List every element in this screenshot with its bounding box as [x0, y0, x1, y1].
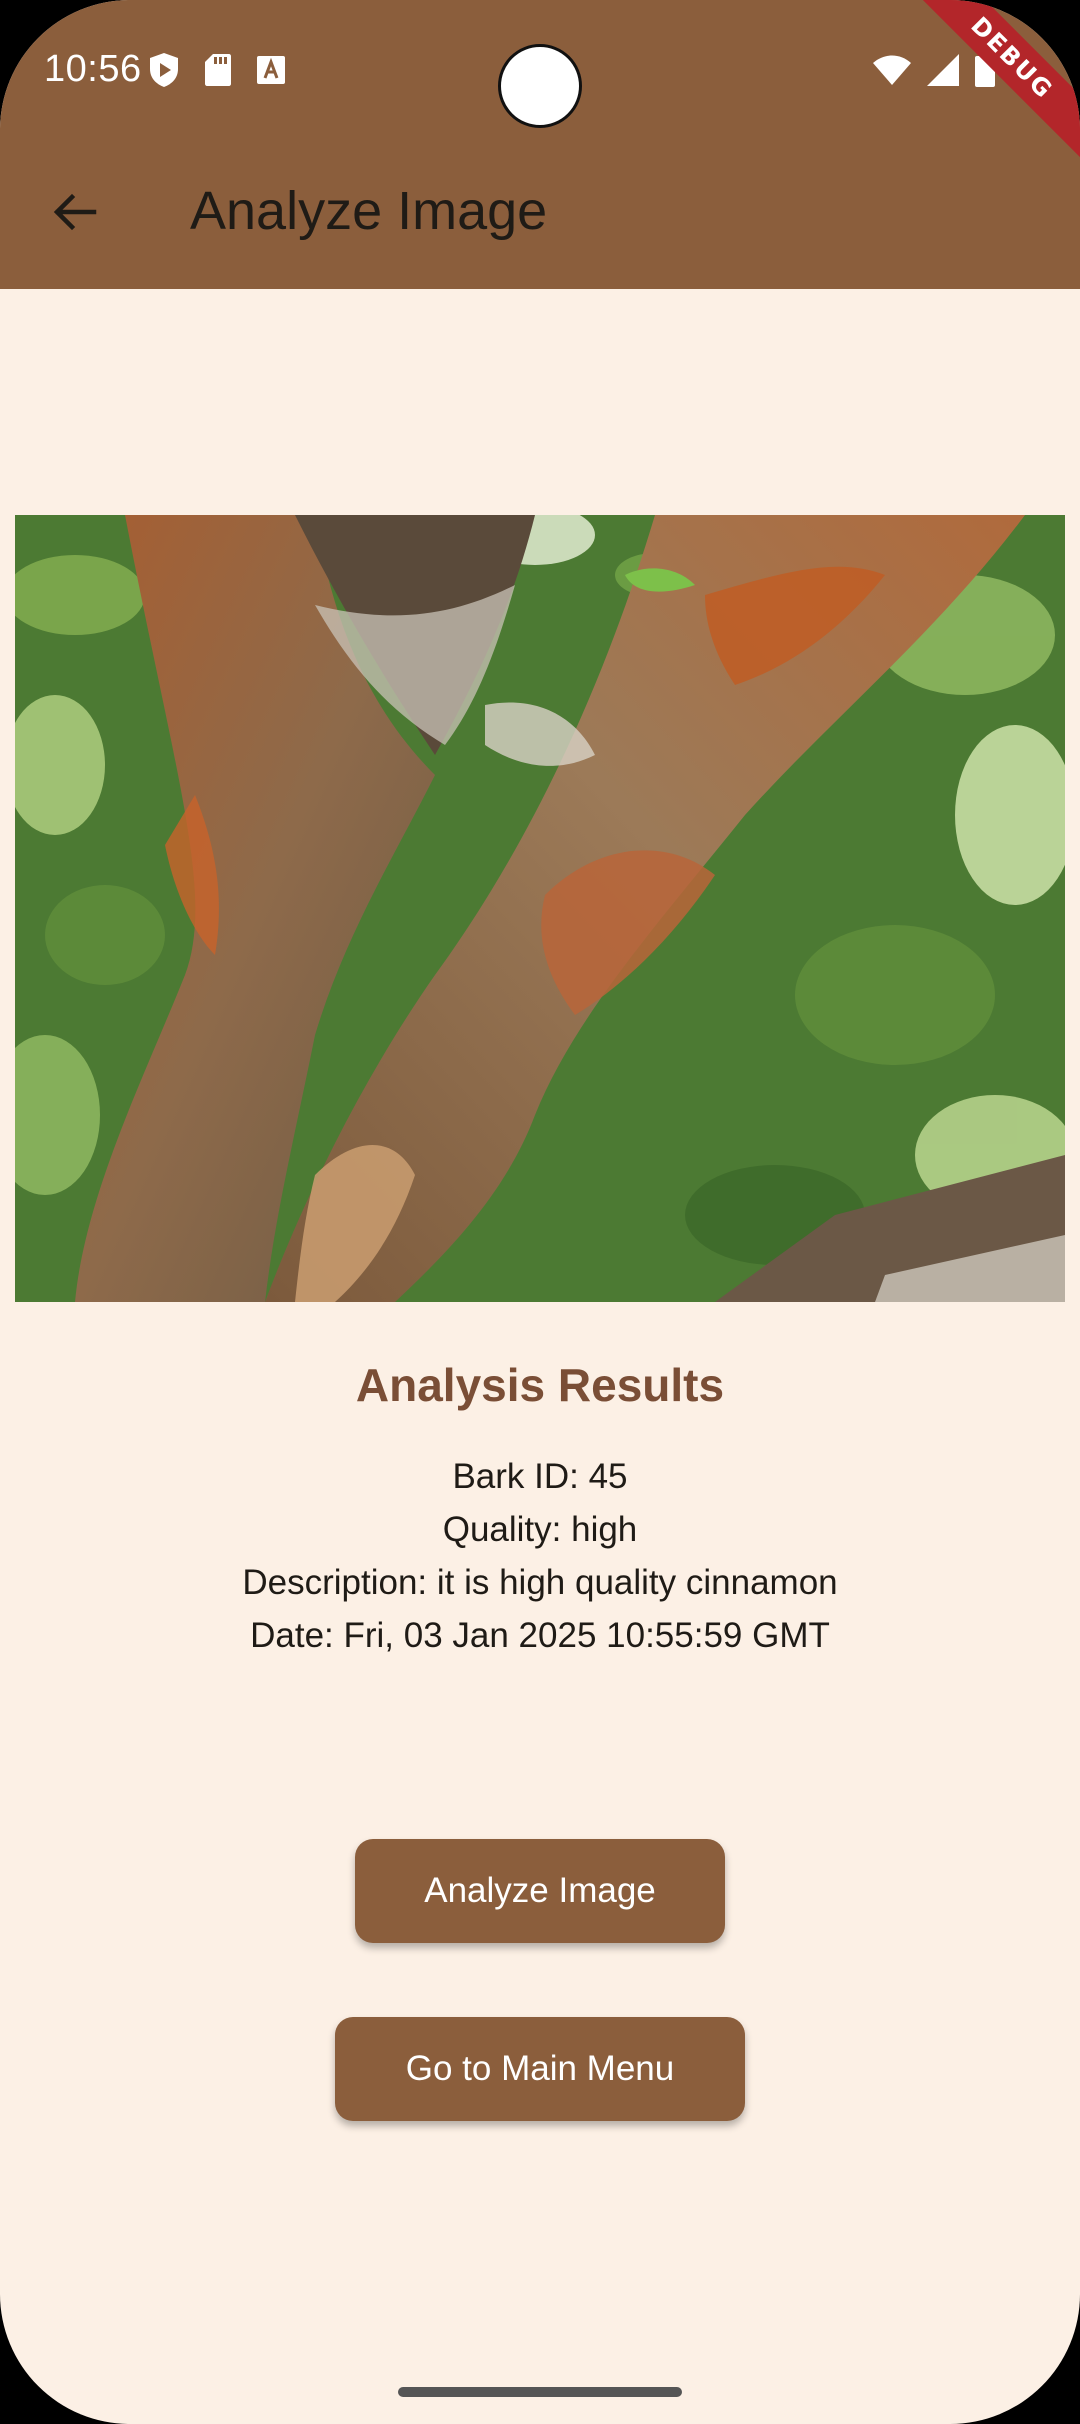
description-text: Description: it is high quality cinnamon: [242, 1563, 838, 1602]
cellular-signal-icon: [926, 53, 960, 87]
arrow-back-icon: [50, 188, 98, 241]
bark-photo: [15, 515, 1065, 1302]
go-to-main-menu-button[interactable]: Go to Main Menu: [335, 2017, 745, 2121]
top-app-bar: 10:56 DEBUG Analyze Image: [0, 0, 1080, 289]
date-text: Date: Fri, 03 Jan 2025 10:55:59 GMT: [250, 1616, 830, 1655]
home-indicator[interactable]: [398, 2387, 682, 2397]
status-icons-left: [148, 52, 286, 88]
page-title: Analyze Image: [190, 181, 548, 241]
back-button[interactable]: [30, 170, 118, 258]
font-a-icon: [256, 55, 286, 85]
sd-card-icon: [204, 53, 232, 87]
analyze-image-button[interactable]: Analyze Image: [355, 1839, 725, 1943]
app-screen: 10:56 DEBUG Analyze Image Analysis Resul…: [0, 0, 1080, 2424]
quality-text: Quality: high: [442, 1510, 638, 1549]
bark-id-text: Bark ID: 45: [452, 1457, 628, 1496]
play-protect-icon: [148, 52, 180, 88]
status-bar: 10:56 DEBUG: [0, 0, 1080, 166]
wifi-icon: [872, 54, 912, 86]
front-camera: [498, 44, 582, 128]
app-bar: Analyze Image: [0, 140, 1080, 289]
results-details: Bark ID: 45 Quality: high Description: i…: [0, 1450, 1080, 1662]
status-icons-right: [872, 52, 996, 88]
status-time: 10:56: [44, 48, 142, 90]
results-heading: Analysis Results: [355, 1359, 725, 1411]
